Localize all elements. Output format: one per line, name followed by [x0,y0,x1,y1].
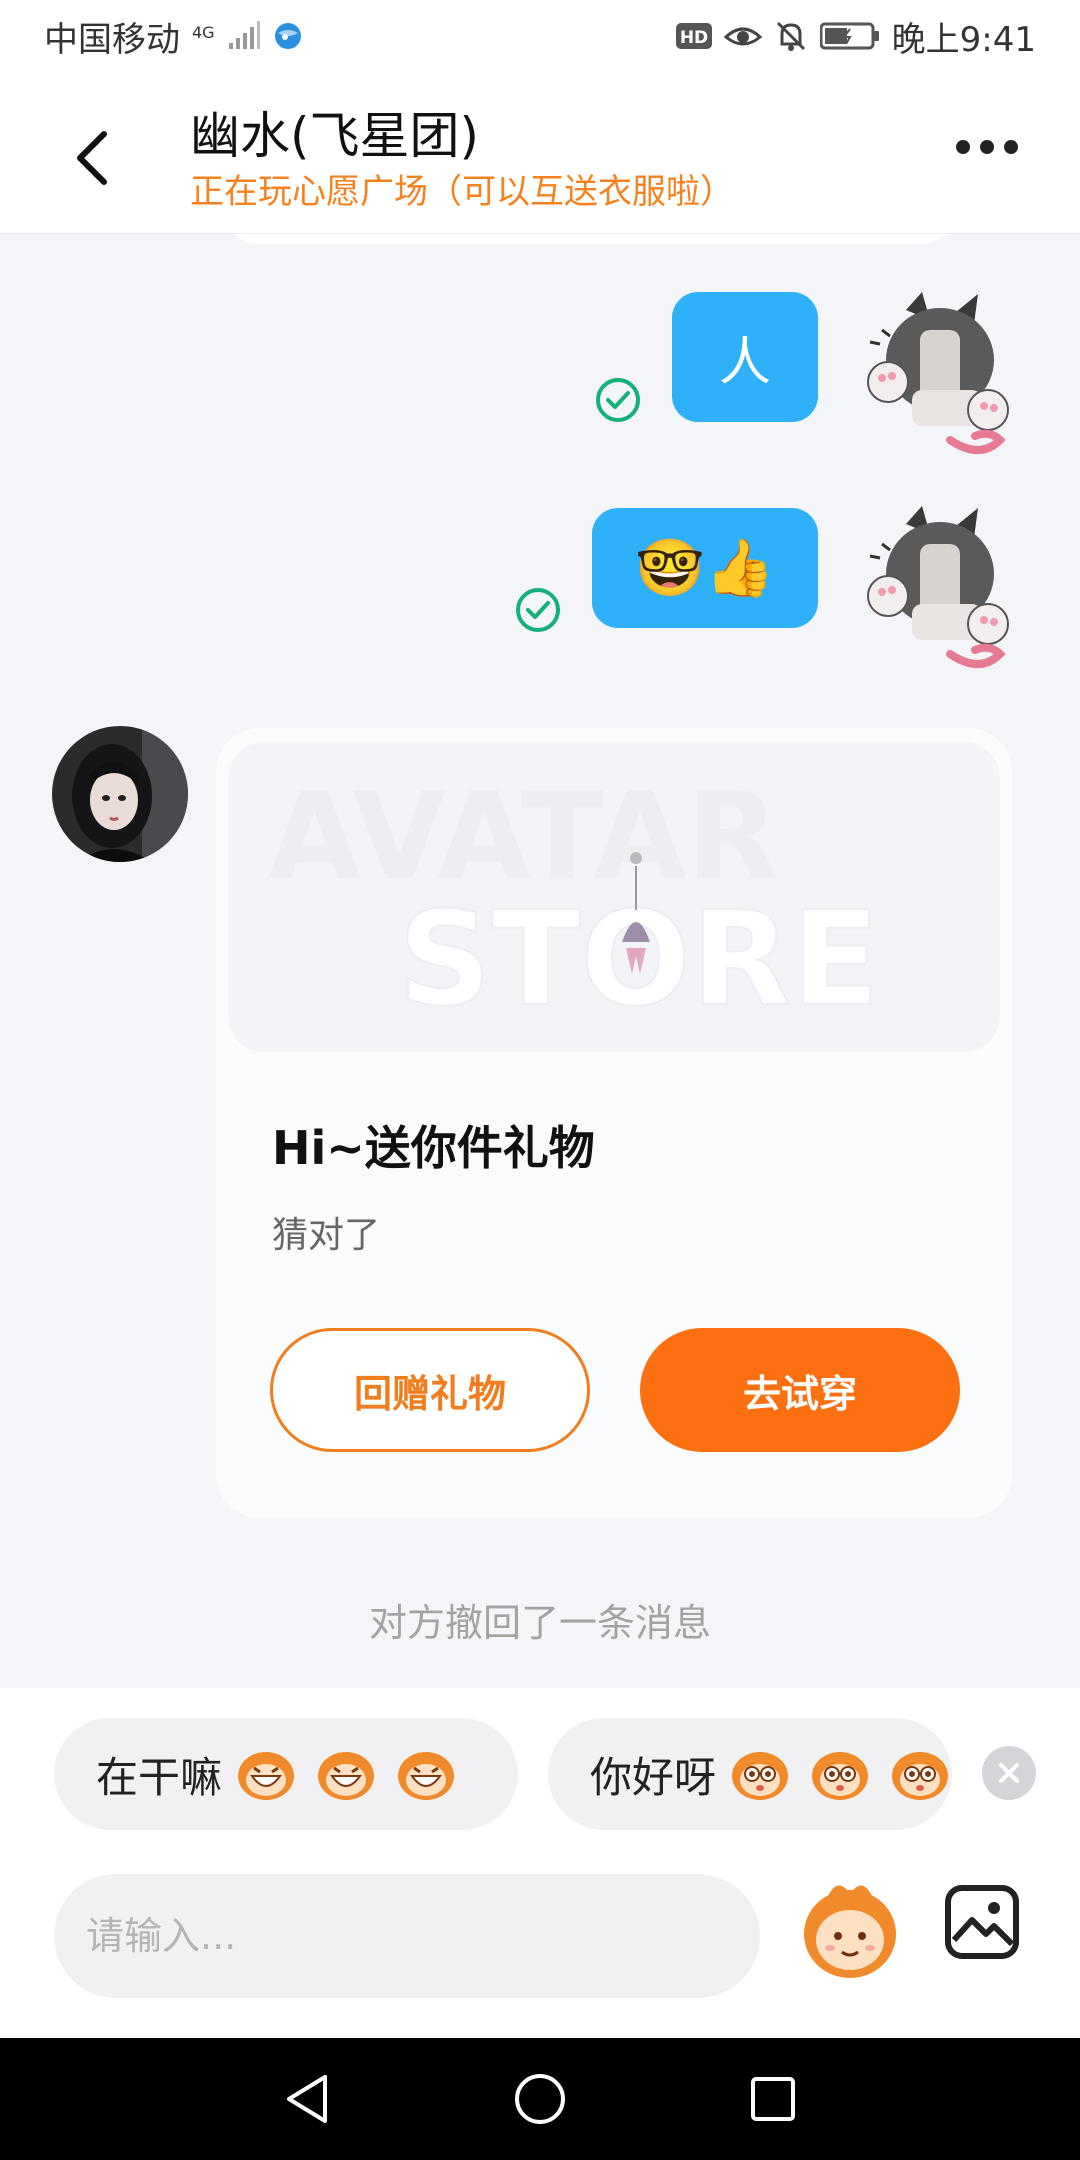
quick-reply-text: 在干嘛 [96,1752,223,1802]
clock-time: 晚上9:41 [891,19,1036,60]
chat-message-area[interactable]: 人 🤓👍 AVATAR Hi~送你件礼物 猜对了 回赠礼物 去试穿 对方撤回了一… [0,234,1080,1688]
signal-icon [227,21,261,51]
message-text: 人 [718,332,771,393]
eye-comfort-icon [723,21,762,51]
check-circle-icon [596,378,640,422]
image-picker-icon[interactable] [942,1882,1022,1962]
sent-message-bubble[interactable]: 🤓👍 [592,508,818,628]
monkey-wow-icon [812,1752,869,1800]
my-avatar-cat-sticker[interactable] [860,504,1010,674]
monkey-wow-icon [892,1752,949,1800]
mute-bell-icon [774,20,808,52]
chat-header: 幽水(飞星团) 正在玩心愿广场（可以互送衣服啦） [0,72,1080,234]
gift-title: Hi~送你件礼物 [272,1121,595,1175]
close-icon [999,1763,1019,1783]
check-circle-icon [516,588,560,632]
carrier-name: 中国移动 [44,19,180,60]
message-input[interactable] [54,1874,760,1998]
status-bar: 中国移动 4G HD 晚上9:41 [0,0,1080,72]
my-avatar-cat-sticker[interactable] [860,290,1010,460]
return-gift-button[interactable]: 回赠礼物 [270,1328,590,1452]
sticker-monkey-button[interactable] [798,1876,902,1986]
circle-home-icon [514,2074,565,2124]
chat-screen: 中国移动 4G HD 晚上9:41 幽水(飞星团) 正在玩心愿广场（可以互送衣服… [0,0,1080,2160]
monkey-laugh-icon [398,1752,455,1800]
system-navigation-bar [0,2038,1080,2160]
avatar-photo [52,726,188,862]
triangle-back-icon [286,2075,327,2123]
contact-name: 幽水(飞星团) [190,107,480,165]
more-dots-icon [956,140,970,154]
nav-recents-button[interactable] [738,2064,808,2134]
contact-avatar[interactable] [52,726,188,862]
status-right: HD 晚上9:41 [675,12,1036,61]
svg-text:HD: HD [679,28,707,48]
composer-panel: 在干嘛 你好呀 [0,1688,1080,2038]
message-recalled-notice: 对方撤回了一条消息 [368,1601,711,1645]
more-options-button[interactable] [956,140,1018,154]
gift-description: 猜对了 [272,1215,381,1256]
try-on-button[interactable]: 去试穿 [640,1328,960,1452]
sent-message-bubble[interactable]: 人 [672,292,818,422]
status-left: 中国移动 4G [44,12,303,61]
avatar-store-watermark: AVATAR STORE [268,768,881,1036]
chevron-left-icon [77,131,107,185]
more-dots-icon [980,140,994,154]
monkey-laugh-icon [318,1752,375,1800]
nav-home-button[interactable] [505,2064,575,2134]
monkey-wow-icon [732,1752,789,1800]
browser-globe-icon [273,21,303,51]
contact-activity: 正在玩心愿广场（可以互送衣服啦） [190,172,734,212]
close-quick-replies-button[interactable] [982,1746,1036,1800]
monkey-laugh-icon [238,1752,295,1800]
nav-back-button[interactable] [272,2064,342,2134]
gift-preview-image[interactable]: AVATAR STORE [228,742,1000,1052]
back-button[interactable] [64,118,120,198]
more-dots-icon [1004,140,1018,154]
previous-card-edge [220,234,960,244]
quick-reply-chip[interactable]: 你好呀 [548,1718,952,1830]
hd-badge: HD [675,21,712,51]
network-type: 4G [192,23,215,42]
gift-message-card[interactable]: AVATAR STORE Hi~送你件礼物 猜对了 回赠礼物 去试穿 [216,728,1012,1518]
battery-icon [819,21,880,51]
message-emoji-text: 🤓👍 [635,536,775,601]
square-recents-icon [751,2077,796,2121]
quick-reply-chip[interactable]: 在干嘛 [54,1718,518,1830]
quick-reply-text: 你好呀 [590,1752,717,1802]
